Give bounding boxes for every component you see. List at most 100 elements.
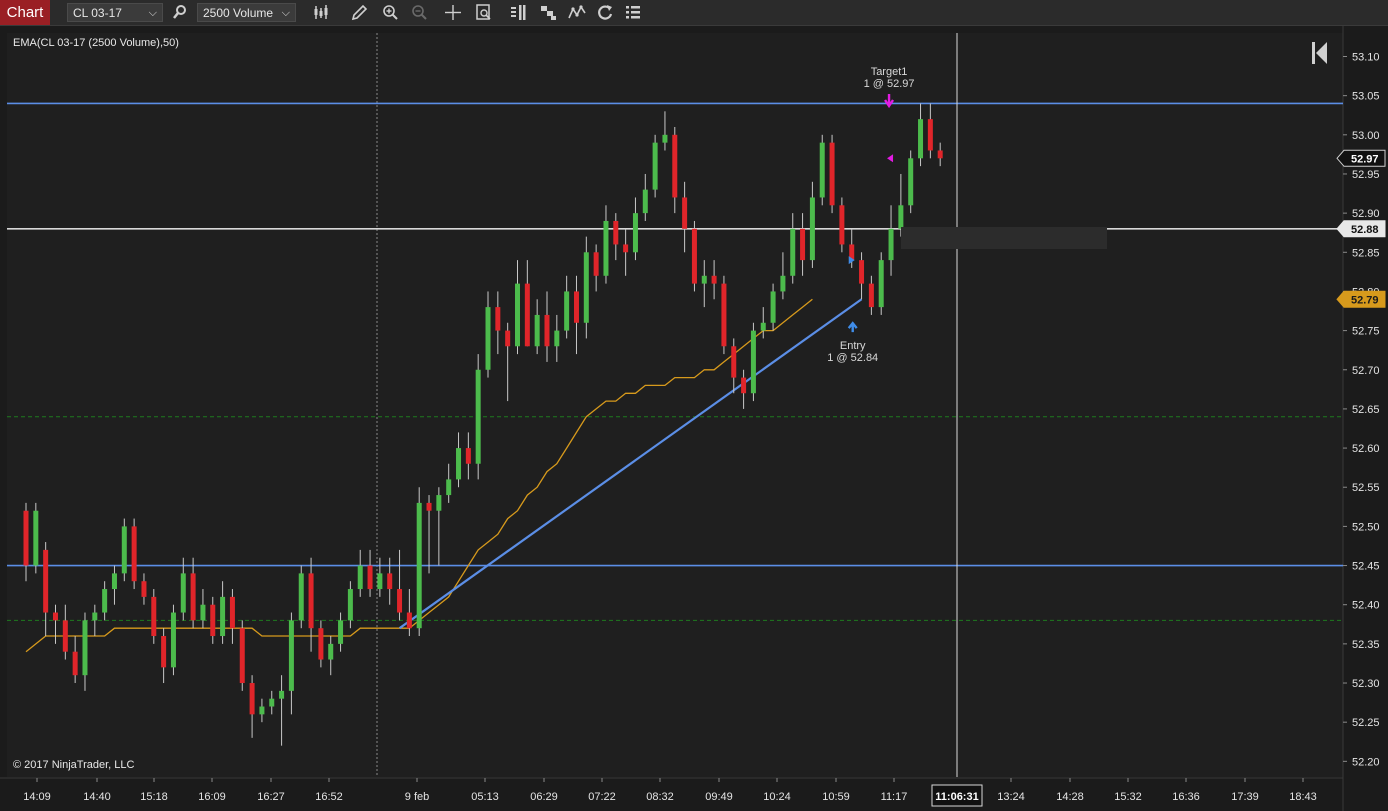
candle (672, 126, 678, 214)
candle-body (82, 620, 88, 676)
time-tick-label: 15:32 (1114, 791, 1142, 803)
candle-body (593, 252, 599, 276)
price-tick-label: 52.25 (1352, 717, 1380, 729)
candle (357, 549, 363, 597)
candle (770, 283, 776, 331)
price-tick-label: 52.35 (1352, 639, 1380, 651)
candle (721, 275, 727, 355)
candle (367, 549, 373, 597)
candle-body (583, 252, 589, 323)
candle (623, 228, 629, 276)
candle-body (603, 220, 609, 276)
candle (190, 557, 196, 629)
candle (927, 103, 933, 159)
candle (406, 589, 412, 637)
candle (937, 142, 943, 167)
price-marker-cursor: 52.88 (1336, 220, 1386, 238)
candle-body (367, 565, 373, 590)
candle-body (229, 596, 235, 629)
candle-body (564, 291, 570, 331)
time-tick-label: 10:24 (763, 791, 791, 803)
candle (151, 589, 157, 644)
candle (711, 260, 717, 300)
price-marker-last: 52.97 (1336, 149, 1386, 167)
price-chart[interactable]: Entry1 @ 52.84 Target11 @ 52.97 53.10 53.05… (0, 0, 1388, 811)
candle-body (731, 346, 737, 378)
candle (52, 604, 58, 644)
candle (819, 134, 825, 206)
time-cursor-label: 11:06:31 (935, 791, 978, 803)
candle-body (613, 220, 619, 245)
candle-body (269, 698, 275, 707)
price-tick-label: 52.65 (1352, 404, 1380, 416)
candle (279, 675, 285, 746)
candle-body (750, 330, 756, 394)
candle-body (200, 604, 206, 621)
price-marker-ema: 52.79 (1336, 290, 1386, 308)
candle (800, 213, 806, 276)
candle-body (397, 589, 403, 613)
candle (347, 581, 353, 629)
time-tick-label: 17:39 (1231, 791, 1259, 803)
indicator-label: EMA(CL 03-17 (2500 Volume),50) (13, 37, 179, 49)
price-tick-label: 52.90 (1352, 208, 1380, 220)
scroll-end-bar (1312, 42, 1315, 64)
candle (760, 307, 766, 339)
time-tick-label: 13:24 (997, 791, 1025, 803)
candle-body (809, 197, 815, 261)
candle (416, 487, 422, 637)
candle (141, 573, 147, 605)
candle-body (790, 228, 796, 276)
candle-body (662, 134, 668, 143)
candle (583, 236, 589, 339)
time-tick-label: 11:17 (881, 791, 908, 803)
candle-body (682, 197, 688, 229)
candle (308, 557, 314, 652)
time-tick-label: 14:40 (83, 791, 111, 803)
entry-arrow-icon (847, 321, 858, 333)
copyright-label: © 2017 NinjaTrader, LLC (13, 759, 135, 771)
scroll-to-end-icon[interactable] (1312, 42, 1327, 64)
time-cursor-marker: 11:06:31 (931, 784, 983, 807)
candle-body (387, 573, 393, 590)
candle (436, 487, 442, 566)
candle (632, 197, 638, 261)
price-tick-label: 52.40 (1352, 600, 1380, 612)
candle (43, 542, 49, 637)
candle-body (456, 448, 462, 480)
candle (603, 205, 609, 284)
candle (102, 581, 108, 621)
candle (908, 150, 914, 214)
candle-body (652, 142, 658, 190)
candle-body (544, 314, 550, 347)
candle-body (937, 150, 943, 159)
candle (524, 260, 530, 347)
time-tick-label: 15:18 (140, 791, 168, 803)
candle (62, 604, 68, 660)
candle-body (878, 260, 884, 308)
candle (259, 698, 265, 723)
candle-body (347, 589, 353, 621)
candle (505, 322, 511, 402)
time-tick-label: 06:29 (530, 791, 558, 803)
candle (131, 518, 137, 590)
time-tick-label: 9 feb (405, 791, 429, 803)
entry-title: Entry (840, 340, 866, 352)
candle-body (515, 283, 520, 347)
candle-body (406, 612, 412, 629)
candle-body (23, 510, 29, 566)
candle-body (102, 589, 108, 613)
candle-body (672, 134, 678, 198)
candle-body (534, 314, 540, 347)
candle-body (338, 620, 344, 644)
time-tick-label: 08:32 (646, 791, 674, 803)
time-tick-label: 05:13 (471, 791, 499, 803)
candle-body (800, 228, 806, 261)
candle-body (839, 205, 845, 245)
price-tick-label: 53.10 (1352, 51, 1380, 63)
candle-body (524, 283, 530, 347)
candle (701, 260, 707, 308)
candle-body (259, 706, 265, 715)
candle-body (43, 549, 49, 613)
candle-body (288, 620, 294, 691)
